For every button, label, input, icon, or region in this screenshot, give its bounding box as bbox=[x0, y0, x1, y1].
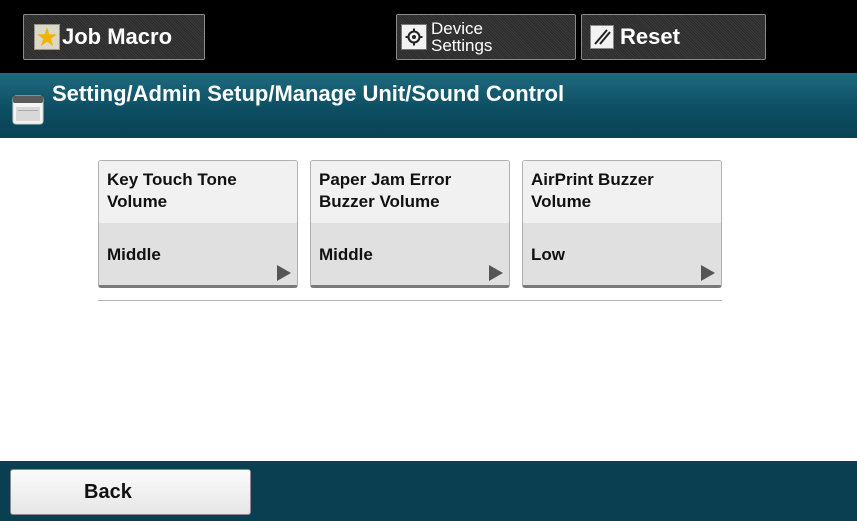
job-macro-button[interactable]: Job Macro bbox=[23, 14, 205, 60]
top-toolbar: Job Macro Device Settings Reset bbox=[0, 0, 857, 73]
setting-value: Middle bbox=[319, 245, 373, 264]
arrow-right-icon bbox=[701, 265, 715, 281]
reset-button[interactable]: Reset bbox=[581, 14, 766, 60]
breadcrumb-bar: Setting/Admin Setup/Manage Unit/Sound Co… bbox=[0, 73, 857, 138]
device-settings-label-line1: Device bbox=[431, 19, 483, 38]
paper-jam-error-buzzer-volume-tile[interactable]: Paper Jam Error Buzzer Volume Middle bbox=[310, 160, 510, 288]
footer-bar: Back bbox=[0, 461, 857, 521]
divider bbox=[98, 300, 722, 301]
airprint-buzzer-volume-tile[interactable]: AirPrint Buzzer Volume Low bbox=[522, 160, 722, 288]
arrow-right-icon bbox=[489, 265, 503, 281]
setting-name: Paper Jam Error Buzzer Volume bbox=[319, 170, 452, 211]
setting-value: Middle bbox=[107, 245, 161, 264]
setting-value: Low bbox=[531, 245, 565, 264]
device-settings-label: Device Settings bbox=[431, 20, 492, 54]
arrow-right-icon bbox=[277, 265, 291, 281]
setting-name: AirPrint Buzzer Volume bbox=[531, 170, 654, 211]
reset-label: Reset bbox=[620, 24, 680, 49]
device-settings-button[interactable]: Device Settings bbox=[396, 14, 576, 60]
job-macro-label: Job Macro bbox=[62, 24, 173, 49]
star-icon bbox=[34, 22, 60, 52]
key-touch-tone-volume-tile[interactable]: Key Touch Tone Volume Middle bbox=[98, 160, 298, 288]
device-settings-label-line2: Settings bbox=[431, 36, 493, 55]
gear-icon bbox=[401, 24, 427, 50]
reset-icon bbox=[590, 25, 614, 49]
folder-icon bbox=[12, 95, 44, 125]
setting-name: Key Touch Tone Volume bbox=[107, 170, 237, 211]
back-button[interactable]: Back bbox=[10, 469, 251, 515]
breadcrumb: Setting/Admin Setup/Manage Unit/Sound Co… bbox=[52, 81, 565, 106]
settings-panel: Key Touch Tone Volume Middle Paper Jam E… bbox=[0, 138, 857, 461]
